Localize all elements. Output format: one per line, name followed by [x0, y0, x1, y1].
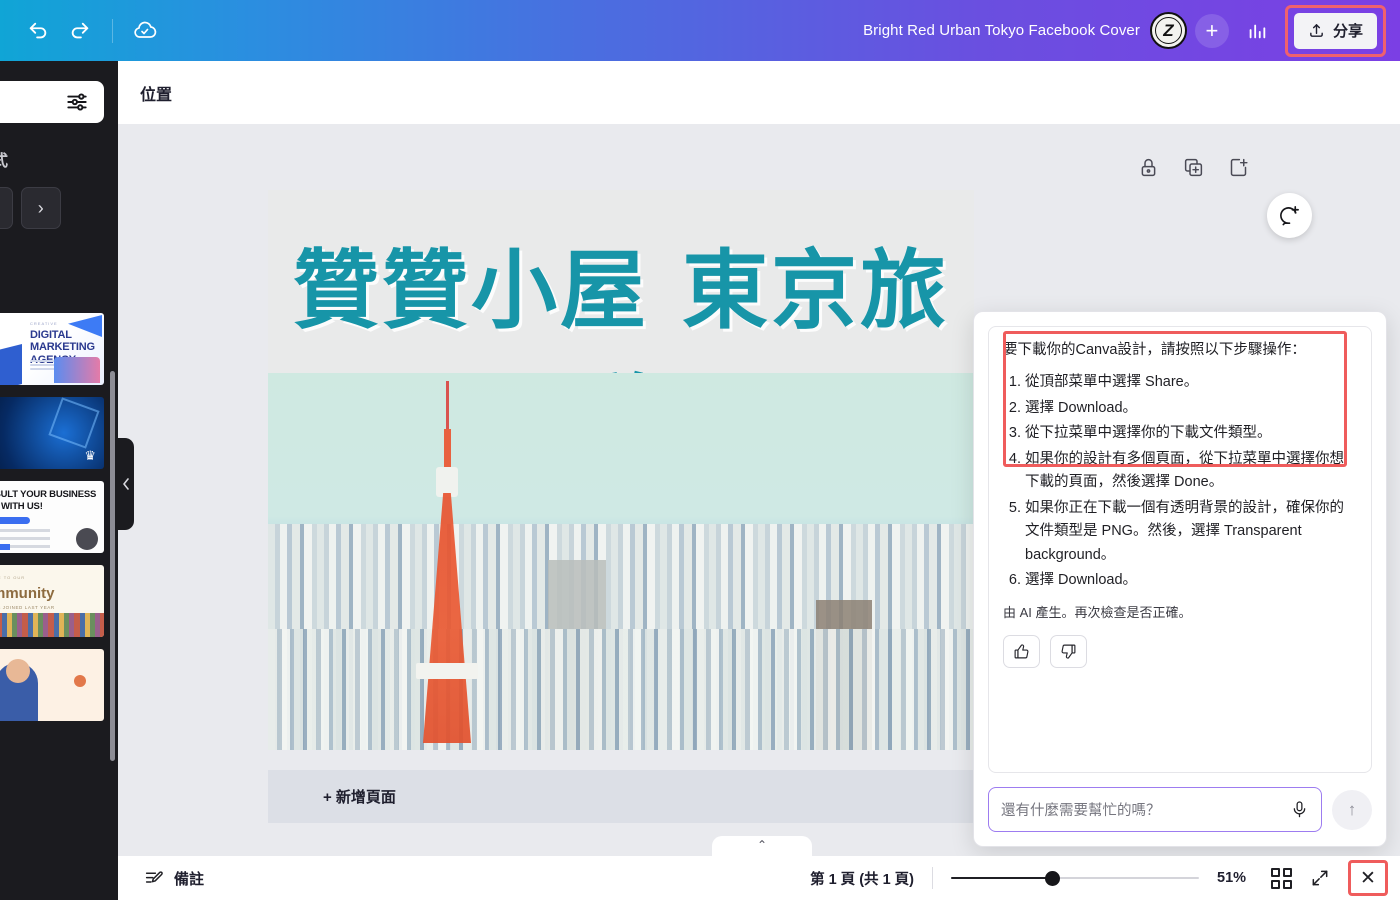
template-thumbnail-list: CREATIVE DIGITAL MARKETING AGENCY y ♛ CO…	[0, 313, 104, 733]
ai-step-item: 選擇 Download。	[1025, 569, 1357, 592]
thumbnail-kicker: CREATIVE	[30, 321, 58, 326]
share-button-label: 分享	[1332, 23, 1363, 40]
comment-plus-icon	[1280, 206, 1299, 226]
add-page-icon[interactable]	[1228, 157, 1249, 178]
ai-step-item: 選擇 Download。	[1025, 397, 1357, 420]
ai-assistant-panel: 要下載你的Canva設計，請按照以下步驟操作： 從頂部菜單中選擇 Share。 …	[973, 311, 1387, 847]
cloud-saved-icon[interactable]	[125, 11, 165, 51]
left-panel-scrollbar[interactable]	[110, 371, 115, 761]
crown-icon: ♛	[84, 448, 96, 463]
photo-tower-mast	[444, 429, 451, 469]
toolbar-divider	[112, 18, 113, 43]
decor-pill	[0, 517, 30, 524]
thumbnail-title: Community	[0, 585, 55, 602]
decor-dot	[74, 675, 86, 687]
bottom-bar: 備註 第 1 頁 (共 1 頁) 51% ✕	[118, 856, 1400, 900]
template-thumbnail[interactable]: CONSULT YOUR BUSINESS ONLY WITH US!	[0, 481, 104, 553]
zoom-slider-knob[interactable]	[1045, 870, 1061, 886]
notes-button[interactable]: 備註	[118, 868, 204, 889]
position-button[interactable]: 位置	[140, 81, 172, 105]
design-canvas[interactable]: 贊贊小屋 東京旅遊	[268, 190, 974, 750]
notes-icon	[145, 870, 163, 883]
ai-message: 要下載你的Canva設計，請按照以下步驟操作： 從頂部菜單中選擇 Share。 …	[988, 326, 1372, 773]
insights-chart-icon[interactable]	[1237, 11, 1277, 51]
add-collaborator-button[interactable]: +	[1194, 13, 1229, 48]
fullscreen-icon[interactable]	[1310, 868, 1330, 888]
decor-people	[54, 357, 100, 383]
thumbnail-kicker: WELCOME TO OUR	[0, 575, 26, 580]
template-thumbnail[interactable]: CREATIVE DIGITAL MARKETING AGENCY	[0, 313, 104, 385]
chevron-right-icon[interactable]: ›	[20, 187, 61, 229]
ai-step-item: 如果你的設計有多個頁面，從下拉菜單中選擇你想下載的頁面，然後選擇 Done。	[1025, 448, 1357, 495]
search-filter-bar[interactable]	[0, 81, 104, 123]
thumbs-up-icon[interactable]	[1003, 634, 1040, 668]
zoom-slider-fill	[951, 876, 1051, 880]
decor-shape	[0, 344, 22, 385]
redo-icon[interactable]	[60, 11, 100, 51]
canvas-photo-tokyo-tower[interactable]	[268, 373, 974, 750]
crown-icon	[76, 528, 98, 550]
lock-icon[interactable]	[1138, 157, 1159, 178]
ai-prompt-input[interactable]: 還有什麼需要幫忙的嗎？	[988, 787, 1322, 832]
template-thumbnail[interactable]: y ♛	[0, 397, 104, 469]
decor-crowd	[0, 613, 104, 637]
photo-tower-deck	[416, 663, 478, 679]
chip-book[interactable]: Book	[0, 187, 13, 229]
ai-steps-list: 從頂部菜單中選擇 Share。 選擇 Download。 從下拉菜單中選擇你的下…	[1025, 371, 1357, 592]
top-bar-center: Bright Red Urban Tokyo Facebook Cover	[165, 16, 1150, 45]
zoom-slider[interactable]	[951, 870, 1199, 886]
style-chip-row: Book ›	[0, 187, 61, 229]
chevron-left-icon	[123, 478, 129, 490]
photo-tower-top	[436, 467, 458, 497]
ai-step-item: 如果你正在下載一個有透明背景的設計，確保你的文件類型是 PNG。然後，選擇 Tr…	[1025, 497, 1357, 567]
thumbnail-subtitle: MEMBERS JOINED LAST YEAR	[0, 605, 55, 610]
page-action-icons	[1138, 157, 1249, 178]
ai-disclaimer: 由 AI 產生。再次檢查是否正確。	[1003, 604, 1192, 620]
top-bar: Bright Red Urban Tokyo Facebook Cover Z …	[0, 0, 1400, 61]
grid-view-icon[interactable]	[1271, 867, 1292, 889]
template-thumbnail[interactable]: WELCOME TO OUR Community MEMBERS JOINED …	[0, 565, 104, 637]
ai-step-item: 從頂部菜單中選擇 Share。	[1025, 371, 1357, 394]
notes-label: 備註	[174, 870, 205, 888]
undo-icon[interactable]	[18, 11, 58, 51]
context-toolbar: 位置	[118, 61, 1400, 124]
collapse-panel-handle[interactable]	[118, 438, 134, 530]
add-page-button[interactable]: + 新增頁面	[268, 770, 974, 823]
microphone-icon[interactable]	[1290, 800, 1309, 819]
zoom-value: 51%	[1217, 870, 1247, 886]
decor-foot	[0, 544, 10, 550]
style-section-label: 樣式	[0, 153, 9, 170]
thumbs-down-icon[interactable]	[1050, 634, 1087, 668]
bottom-bar-right: 第 1 頁 (共 1 頁) 51% ✕	[810, 860, 1400, 896]
ai-intro-text: 要下載你的Canva設計，請按照以下步驟操作：	[1003, 342, 1306, 358]
ai-prompt-placeholder: 還有什麼需要幫忙的嗎？	[1001, 803, 1161, 819]
avatar-initial: Z	[1163, 20, 1174, 40]
thumbnail-title: CONSULT YOUR BUSINESS ONLY WITH US!	[0, 489, 97, 512]
page-counter: 第 1 頁 (共 1 頁)	[810, 871, 914, 888]
template-thumbnail[interactable]	[0, 649, 104, 721]
top-bar-right-tools: Z + 分享	[1149, 4, 1400, 57]
duplicate-icon[interactable]	[1183, 157, 1204, 178]
photo-city-front	[268, 629, 974, 750]
close-highlight: ✕	[1348, 860, 1388, 896]
share-highlight: 分享	[1284, 4, 1386, 57]
decor-hex	[48, 397, 100, 449]
bottom-divider	[932, 867, 933, 889]
top-bar-left-tools	[0, 11, 165, 51]
upload-icon	[1310, 24, 1323, 37]
close-panel-button[interactable]: ✕	[1353, 865, 1383, 891]
ai-feedback-row	[1003, 634, 1357, 668]
sliders-icon	[67, 93, 87, 111]
decor-head	[6, 659, 30, 683]
ai-input-row: 還有什麼需要幫忙的嗎？ ↑	[974, 773, 1386, 846]
document-title[interactable]: Bright Red Urban Tokyo Facebook Cover	[853, 16, 1150, 45]
ai-step-item: 從下拉菜單中選擇你的下載文件類型。	[1025, 422, 1357, 445]
share-button[interactable]: 分享	[1293, 12, 1377, 49]
add-comment-button[interactable]	[1267, 193, 1312, 238]
send-button[interactable]: ↑	[1332, 789, 1372, 830]
avatar[interactable]: Z	[1149, 12, 1187, 49]
left-side-panel: 樣式 Book › CREATIVE DIGITAL MARKETING AGE…	[0, 61, 118, 900]
